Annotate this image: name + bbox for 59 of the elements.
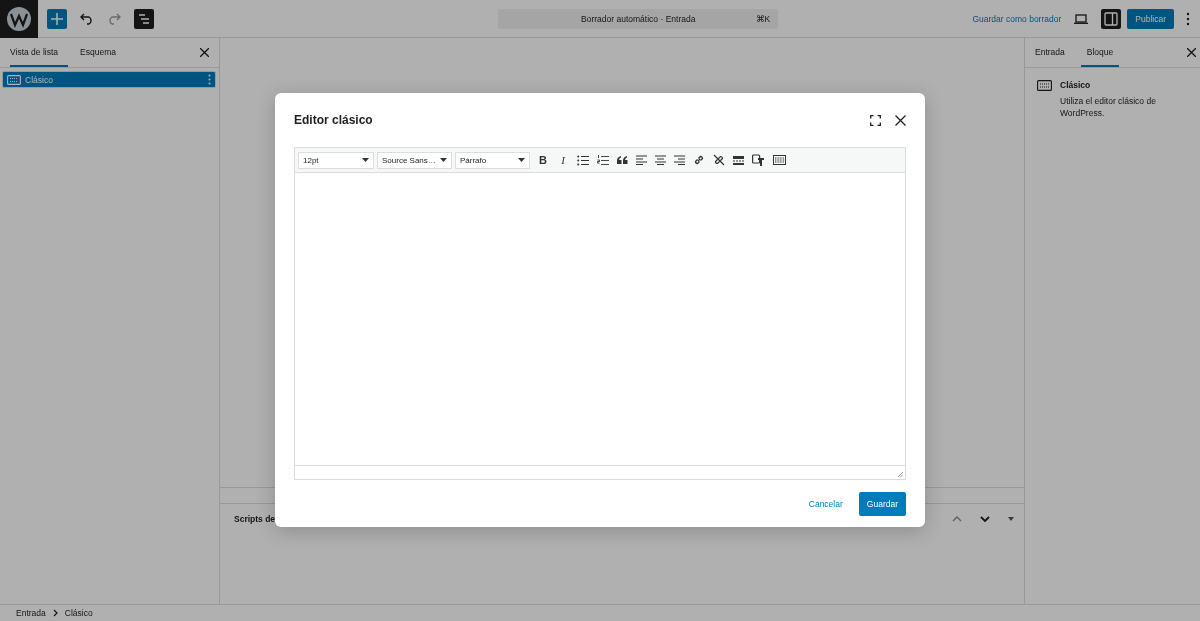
undo-icon[interactable] [80,12,94,25]
meta-box-title: Scripts de [234,514,276,524]
close-icon[interactable] [895,114,906,126]
plus-icon [50,11,64,26]
fullscreen-icon[interactable] [870,114,881,126]
caret-icon [518,158,525,162]
bulleted-list-icon[interactable] [577,154,589,166]
bold-button[interactable]: B [533,154,553,166]
chevron-right-icon [52,609,58,617]
sidebar-icon [1104,11,1119,26]
numbered-list-icon[interactable] [597,154,609,166]
read-more-icon[interactable] [733,155,744,165]
toolbar-dropdown[interactable]: 12pt [298,151,374,169]
italic-button[interactable]: I [553,154,573,166]
panel-tab[interactable]: Entrada [1029,38,1071,67]
cancel-button[interactable]: Cancelar [804,494,847,513]
save-button[interactable]: Guardar [858,491,906,516]
list-view-item[interactable]: Clásico [2,71,216,88]
unlink-icon[interactable] [713,154,725,166]
laptop-icon[interactable] [1074,13,1089,24]
toolbar-dropdown[interactable]: Párrafo [455,151,530,169]
panel-tab[interactable]: Bloque [1080,38,1120,67]
caret-icon [362,158,369,162]
more-options-icon[interactable] [208,74,211,85]
breadcrumb-link[interactable]: Clásico [64,608,93,618]
list-view-icon [137,11,151,26]
align-center-icon[interactable] [655,155,666,165]
add-block-button[interactable] [47,8,67,29]
list-item-label: Clásico [25,74,53,85]
save-draft-link[interactable]: Guardar como borrador [972,13,1062,24]
chevron-down-icon[interactable] [980,516,990,522]
keyboard-icon[interactable] [773,155,786,165]
keyboard-icon [1037,80,1052,91]
panel-tab[interactable]: Vista de lista [10,38,69,67]
block-description: Utiliza el editor clásico de WordPress. [1060,95,1157,119]
more-options-icon[interactable] [1186,11,1190,26]
command-bar[interactable]: Borrador automático · Entrada ⌘K [498,8,779,29]
resize-handle-icon[interactable] [898,472,903,477]
align-left-icon[interactable] [636,155,647,165]
redo-icon[interactable] [107,12,121,25]
modal-title: Editor clásico [294,113,373,127]
blockquote-icon[interactable] [617,156,628,164]
caret-icon [440,158,447,162]
link-icon[interactable] [693,154,705,166]
toolbar-dropdown[interactable]: Source Sans… [377,151,452,169]
close-icon[interactable] [1187,48,1196,57]
close-icon[interactable] [200,48,209,57]
logo-icon[interactable] [0,0,38,38]
publish-button[interactable]: Publicar [1127,8,1174,29]
block-name: Clásico [1060,80,1092,90]
settings-button[interactable] [1101,8,1122,29]
caret-icon[interactable] [1008,517,1014,521]
document-overview-button[interactable] [134,8,154,29]
breadcrumb-link[interactable]: Entrada [16,608,46,618]
chevron-up-icon[interactable] [952,516,962,522]
keyboard-icon [7,74,21,85]
panel-tab[interactable]: Esquema [80,38,126,67]
paste-text-icon[interactable] [752,154,765,166]
align-right-icon[interactable] [674,155,685,165]
